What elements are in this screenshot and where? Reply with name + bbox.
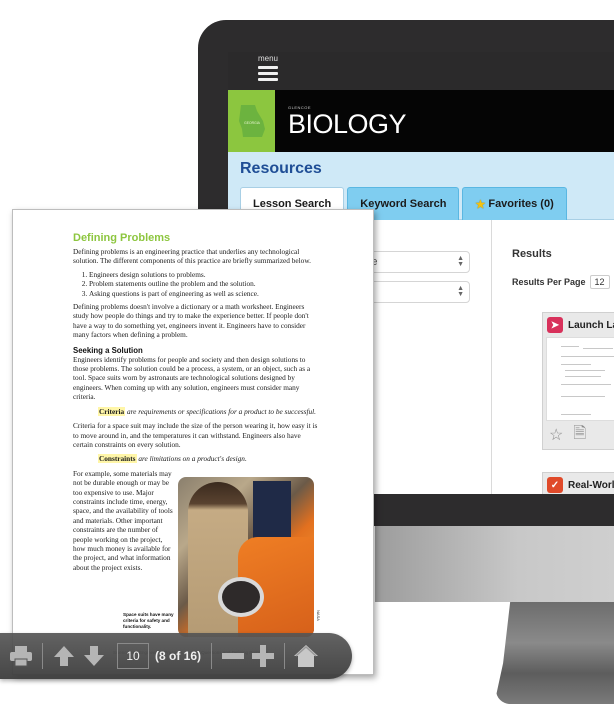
zoom-in-button[interactable] — [248, 641, 278, 671]
zoom-out-button[interactable] — [218, 641, 248, 671]
menu-button[interactable]: menu — [256, 54, 280, 81]
practice-list: Engineers design solutions to problems. … — [89, 270, 319, 298]
page-number-input[interactable]: 10 — [117, 643, 149, 669]
svg-text:GEORGIA: GEORGIA — [244, 121, 261, 125]
page-count: (8 of 16) — [155, 649, 202, 663]
list-item: Asking questions is part of engineering … — [89, 289, 319, 298]
previous-page-button[interactable] — [49, 641, 79, 671]
monitor-stand — [496, 602, 614, 704]
next-page-button[interactable] — [79, 641, 109, 671]
paragraph: For example, some materials may not be d… — [73, 468, 173, 572]
page-title: Resources — [240, 160, 322, 177]
vocab-term[interactable]: Criteria — [98, 406, 126, 416]
plus-icon — [252, 645, 275, 667]
select-arrows-icon: ▲ ▼ — [457, 255, 464, 268]
vocab-term[interactable]: Constraints — [98, 454, 137, 464]
menu-label: menu — [257, 54, 278, 63]
section-heading: Seeking a Solution — [73, 345, 143, 355]
brand-bar: GEORGIA GLENCOE BIOLOGY — [228, 90, 614, 152]
home-icon — [294, 645, 319, 667]
favorite-star-icon[interactable]: ☆ — [549, 425, 563, 445]
tab-label: Favorites (0) — [488, 198, 554, 210]
results-per-page-select[interactable]: 12 — [589, 275, 610, 289]
reader-toolbar: 10 (8 of 16) — [0, 633, 352, 679]
card-title: Launch Lab — [568, 319, 614, 331]
photo-caption: Space suits have many criteria for safet… — [123, 612, 174, 629]
definition-text: are limitations on a product's design. — [136, 454, 247, 464]
hamburger-icon — [256, 66, 280, 81]
georgia-state-logo: GEORGIA — [228, 90, 275, 152]
page-heading: Defining Problems — [73, 232, 171, 244]
list-item: Engineers design solutions to problems. — [89, 270, 319, 279]
list-item: Problem statements outline the problem a… — [89, 279, 319, 288]
paragraph: Engineers identify problems for people a… — [73, 354, 311, 402]
card-thumbnail — [546, 337, 614, 421]
tab-favorites[interactable]: ★ Favorites (0) — [462, 187, 567, 220]
paragraph: Criteria for a space suit may include th… — [73, 421, 318, 449]
result-card[interactable]: ➤ Launch Lab ☆ 🗎 — [542, 312, 614, 450]
launch-lab-icon: ➤ — [547, 317, 563, 333]
ebook-page: Defining Problems Defining problems is a… — [12, 209, 374, 675]
space-suit-photo — [178, 477, 314, 637]
monitor-bezel-bottom — [375, 526, 614, 602]
definition-text: are requirements or specifications for a… — [125, 406, 316, 416]
intro-paragraph: Defining problems is an engineering prac… — [73, 247, 311, 266]
arrow-down-icon — [84, 646, 104, 666]
definition-criteria: Criteria are requirements or specificati… — [98, 406, 319, 416]
home-button[interactable] — [291, 641, 321, 671]
select-arrows-icon: ▲ ▼ — [457, 285, 464, 298]
paragraph: Defining problems doesn't involve a dict… — [73, 302, 309, 340]
toolbar-divider — [284, 643, 286, 669]
card-title: Real-World — [568, 479, 614, 491]
definition-constraints: Constraints are limitations on a product… — [98, 454, 319, 464]
results-per-page-label: Results Per Page — [512, 277, 586, 287]
card-header: ➤ Launch Lab — [543, 313, 614, 337]
card-footer: ☆ 🗎 — [543, 421, 614, 449]
print-button[interactable] — [6, 641, 36, 671]
results-per-page: Results Per Page 12 — [512, 275, 610, 289]
toolbar-divider — [42, 643, 43, 669]
brand-logo: GLENCOE BIOLOGY — [288, 105, 407, 139]
georgia-map-icon: GEORGIA — [238, 105, 265, 137]
document-icon[interactable]: 🗎 — [573, 422, 586, 449]
arrow-up-icon — [54, 646, 74, 666]
card-header: ✓ Real-World — [543, 473, 614, 494]
toolbar-divider — [211, 643, 213, 669]
printer-icon — [10, 646, 32, 667]
minus-icon — [222, 653, 245, 659]
star-icon: ★ — [475, 198, 486, 211]
checklist-icon: ✓ — [547, 477, 563, 493]
brand-title: BIOLOGY — [288, 109, 407, 139]
photo-credit: NASA — [316, 610, 321, 621]
result-card[interactable]: ✓ Real-World — [542, 472, 614, 494]
results-title: Results — [512, 248, 552, 260]
top-bar: menu — [228, 52, 614, 90]
